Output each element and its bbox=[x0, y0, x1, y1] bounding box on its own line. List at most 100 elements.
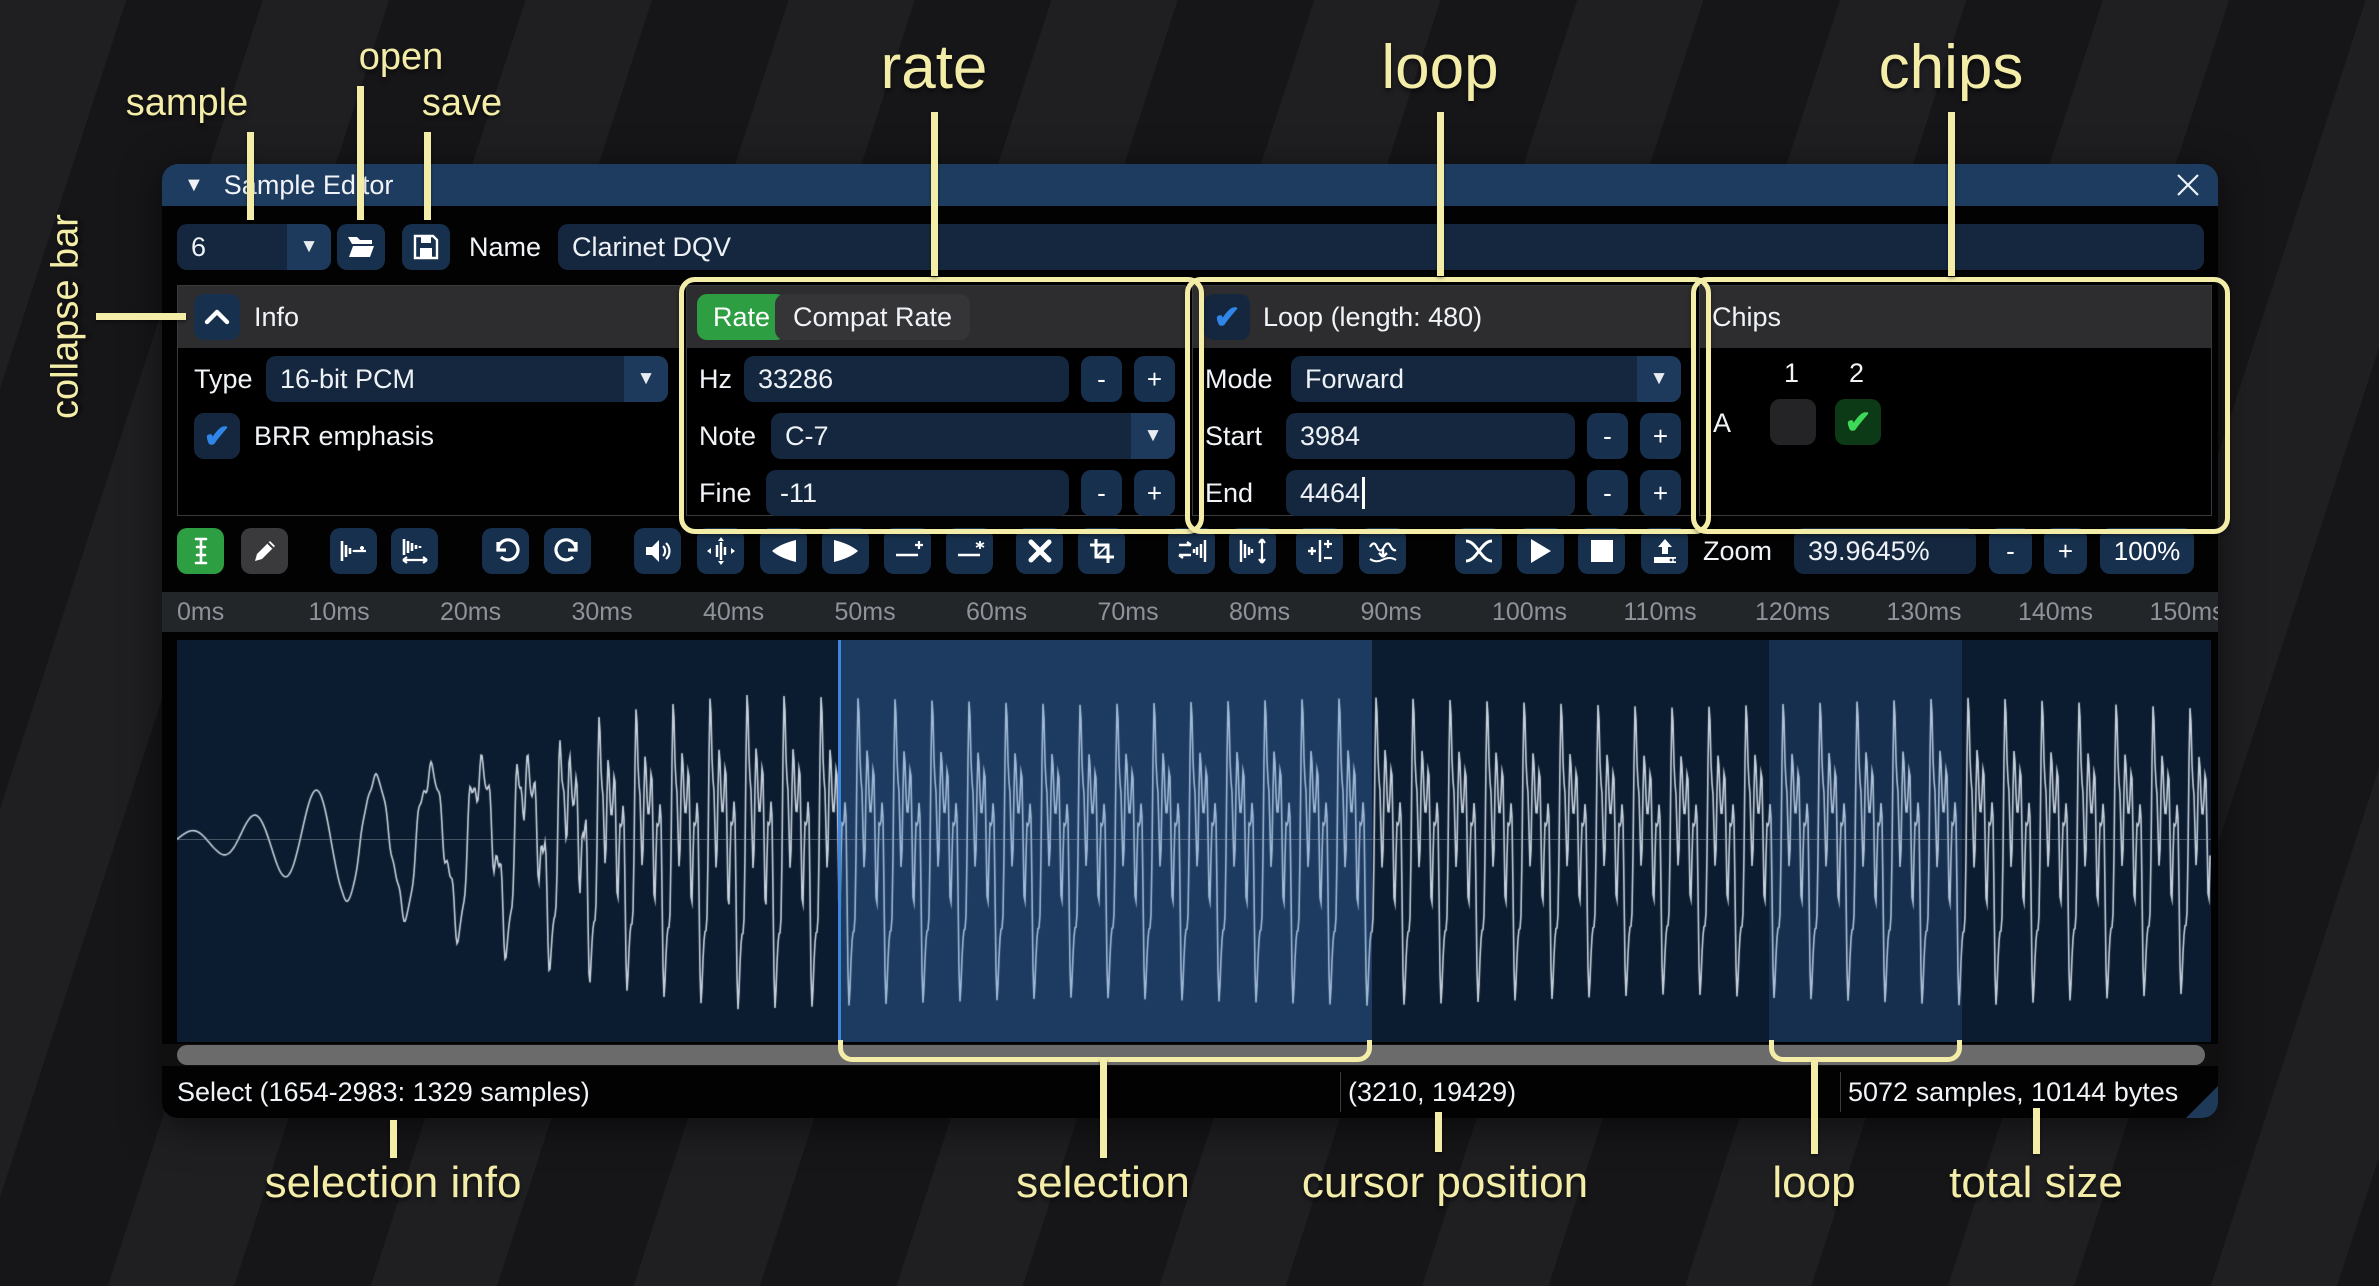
brr-emphasis-label: BRR emphasis bbox=[254, 413, 434, 459]
speaker-icon bbox=[643, 537, 673, 565]
compat-rate-button[interactable]: Compat Rate bbox=[775, 294, 970, 340]
info-panel: Info Type 16-bit PCM ▼ ✔ BRR emphasis bbox=[177, 285, 680, 516]
fine-decrease-button[interactable]: - bbox=[1081, 470, 1122, 516]
delete-button[interactable] bbox=[1016, 528, 1063, 574]
end-increase-button[interactable]: + bbox=[1640, 470, 1681, 516]
normalize-button[interactable] bbox=[697, 528, 744, 574]
folder-open-icon bbox=[346, 234, 376, 260]
ruler-tick-label: 80ms bbox=[1229, 598, 1290, 627]
redo-button[interactable] bbox=[544, 528, 591, 574]
upload-icon bbox=[1651, 537, 1679, 565]
close-icon[interactable] bbox=[2174, 171, 2202, 199]
open-sample-button[interactable] bbox=[337, 224, 385, 270]
hz-increase-button[interactable]: + bbox=[1134, 356, 1175, 402]
end-decrease-button[interactable]: - bbox=[1587, 470, 1628, 516]
fade-in-button[interactable] bbox=[760, 528, 807, 574]
annotation-save: save bbox=[422, 82, 502, 125]
waveform-centerline bbox=[177, 839, 2211, 840]
annotation-cursor-position: cursor position bbox=[1302, 1158, 1588, 1208]
window-titlebar[interactable]: ▼ Sample Editor bbox=[162, 164, 2218, 206]
sample-header-row: 6 ▼ Na bbox=[162, 222, 2218, 272]
window-resize-grip[interactable] bbox=[2186, 1086, 2218, 1118]
edit-mode-select-button[interactable] bbox=[177, 528, 224, 574]
chip-enable-checkbox-2[interactable]: ✔ bbox=[1835, 399, 1881, 445]
invert-button[interactable] bbox=[1229, 528, 1276, 574]
name-value: Clarinet DQV bbox=[572, 232, 731, 263]
insert-silence-button[interactable] bbox=[884, 528, 931, 574]
note-label: Note bbox=[699, 413, 756, 459]
resize-button[interactable] bbox=[330, 528, 377, 574]
info-header-label: Info bbox=[254, 302, 299, 333]
sample-type-select[interactable]: 16-bit PCM ▼ bbox=[266, 356, 668, 402]
name-input[interactable]: Clarinet DQV bbox=[558, 224, 2204, 270]
zoom-in-button[interactable]: + bbox=[2044, 528, 2087, 574]
crossfade-button[interactable] bbox=[1455, 528, 1502, 574]
loop-end-value: 4464 bbox=[1300, 478, 1360, 509]
rate-panel-header: Rate Compat Rate bbox=[687, 286, 1185, 348]
brr-emphasis-checkbox[interactable]: ✔ bbox=[194, 413, 240, 459]
hz-decrease-button[interactable]: - bbox=[1081, 356, 1122, 402]
reverse-button[interactable] bbox=[1168, 528, 1215, 574]
chevron-down-icon[interactable]: ▼ bbox=[1637, 356, 1681, 402]
edit-mode-draw-button[interactable] bbox=[241, 528, 288, 574]
zoom-out-button[interactable]: - bbox=[1989, 528, 2032, 574]
annotation-selection: selection bbox=[1016, 1158, 1190, 1208]
annotation-line-save bbox=[424, 132, 431, 220]
rate-mode-button[interactable]: Rate bbox=[697, 294, 786, 340]
filter-button[interactable] bbox=[1359, 528, 1406, 574]
annotation-line-cursor-position bbox=[1435, 1112, 1442, 1152]
loop-header-label: Loop (length: 480) bbox=[1263, 302, 1482, 333]
time-ruler[interactable]: 0ms10ms20ms30ms40ms50ms60ms70ms80ms90ms1… bbox=[162, 592, 2218, 632]
note-select[interactable]: C-7 ▼ bbox=[771, 413, 1175, 459]
ibeam-cursor-icon bbox=[188, 536, 214, 566]
annotation-line-loop-bottom bbox=[1811, 1060, 1818, 1154]
zoom-reset-button[interactable]: 100% bbox=[2100, 528, 2194, 574]
ruler-tick-label: 150ms bbox=[2150, 598, 2219, 627]
stop-button[interactable] bbox=[1578, 528, 1625, 574]
preview-button[interactable] bbox=[1517, 528, 1564, 574]
chevron-down-icon[interactable]: ▼ bbox=[624, 356, 668, 402]
waveform-scrollbar-thumb[interactable] bbox=[177, 1045, 2205, 1065]
resample-button[interactable] bbox=[391, 528, 438, 574]
hz-input[interactable]: 33286 bbox=[744, 356, 1069, 402]
loop-end-input[interactable]: 4464 bbox=[1286, 470, 1575, 516]
waveform-scrollbar-track[interactable] bbox=[162, 1044, 2218, 1066]
make-instrument-button[interactable] bbox=[1641, 528, 1688, 574]
hz-value: 33286 bbox=[758, 364, 833, 395]
trim-button[interactable] bbox=[1078, 528, 1125, 574]
waveform-display[interactable] bbox=[177, 640, 2211, 1042]
chevron-down-icon[interactable]: ▼ bbox=[1131, 413, 1175, 459]
fine-input[interactable]: -11 bbox=[766, 470, 1069, 516]
amplify-button[interactable] bbox=[634, 528, 681, 574]
sample-number-select[interactable]: 6 ▼ bbox=[177, 224, 331, 270]
loop-mode-select[interactable]: Forward ▼ bbox=[1291, 356, 1681, 402]
play-icon bbox=[1529, 537, 1553, 565]
loop-enable-checkbox[interactable]: ✔ bbox=[1204, 294, 1250, 340]
chips-panel: Chips 12A✔✔ bbox=[1699, 285, 2212, 516]
status-divider bbox=[1840, 1072, 1841, 1112]
zoom-input[interactable]: 39.9645% bbox=[1794, 528, 1976, 574]
ruler-tick-label: 90ms bbox=[1361, 598, 1422, 627]
chevron-down-icon[interactable]: ▼ bbox=[287, 224, 331, 270]
selection-highlight bbox=[838, 640, 1372, 1042]
fine-increase-button[interactable]: + bbox=[1134, 470, 1175, 516]
fine-label: Fine bbox=[699, 470, 752, 516]
chip-enable-checkbox-1[interactable]: ✔ bbox=[1770, 399, 1816, 445]
wave-stretch-icon bbox=[400, 537, 430, 565]
undo-button[interactable] bbox=[482, 528, 529, 574]
start-decrease-button[interactable]: - bbox=[1587, 413, 1628, 459]
window-collapse-icon[interactable]: ▼ bbox=[184, 174, 204, 197]
start-increase-button[interactable]: + bbox=[1640, 413, 1681, 459]
signed-unsigned-button[interactable] bbox=[1296, 528, 1343, 574]
zoom-value: 39.9645% bbox=[1808, 536, 1930, 567]
fade-out-button[interactable] bbox=[822, 528, 869, 574]
apply-silence-button[interactable] bbox=[946, 528, 993, 574]
annotation-collapse-bar: collapse bar bbox=[45, 167, 88, 467]
ruler-tick-label: 50ms bbox=[835, 598, 896, 627]
chip-column-label: 2 bbox=[1849, 358, 1864, 389]
loop-start-input[interactable]: 3984 bbox=[1286, 413, 1575, 459]
annotation-loop: loop bbox=[1381, 32, 1498, 103]
collapse-bar-button[interactable] bbox=[194, 294, 240, 340]
fine-value: -11 bbox=[780, 478, 817, 509]
save-sample-button[interactable] bbox=[402, 224, 450, 270]
